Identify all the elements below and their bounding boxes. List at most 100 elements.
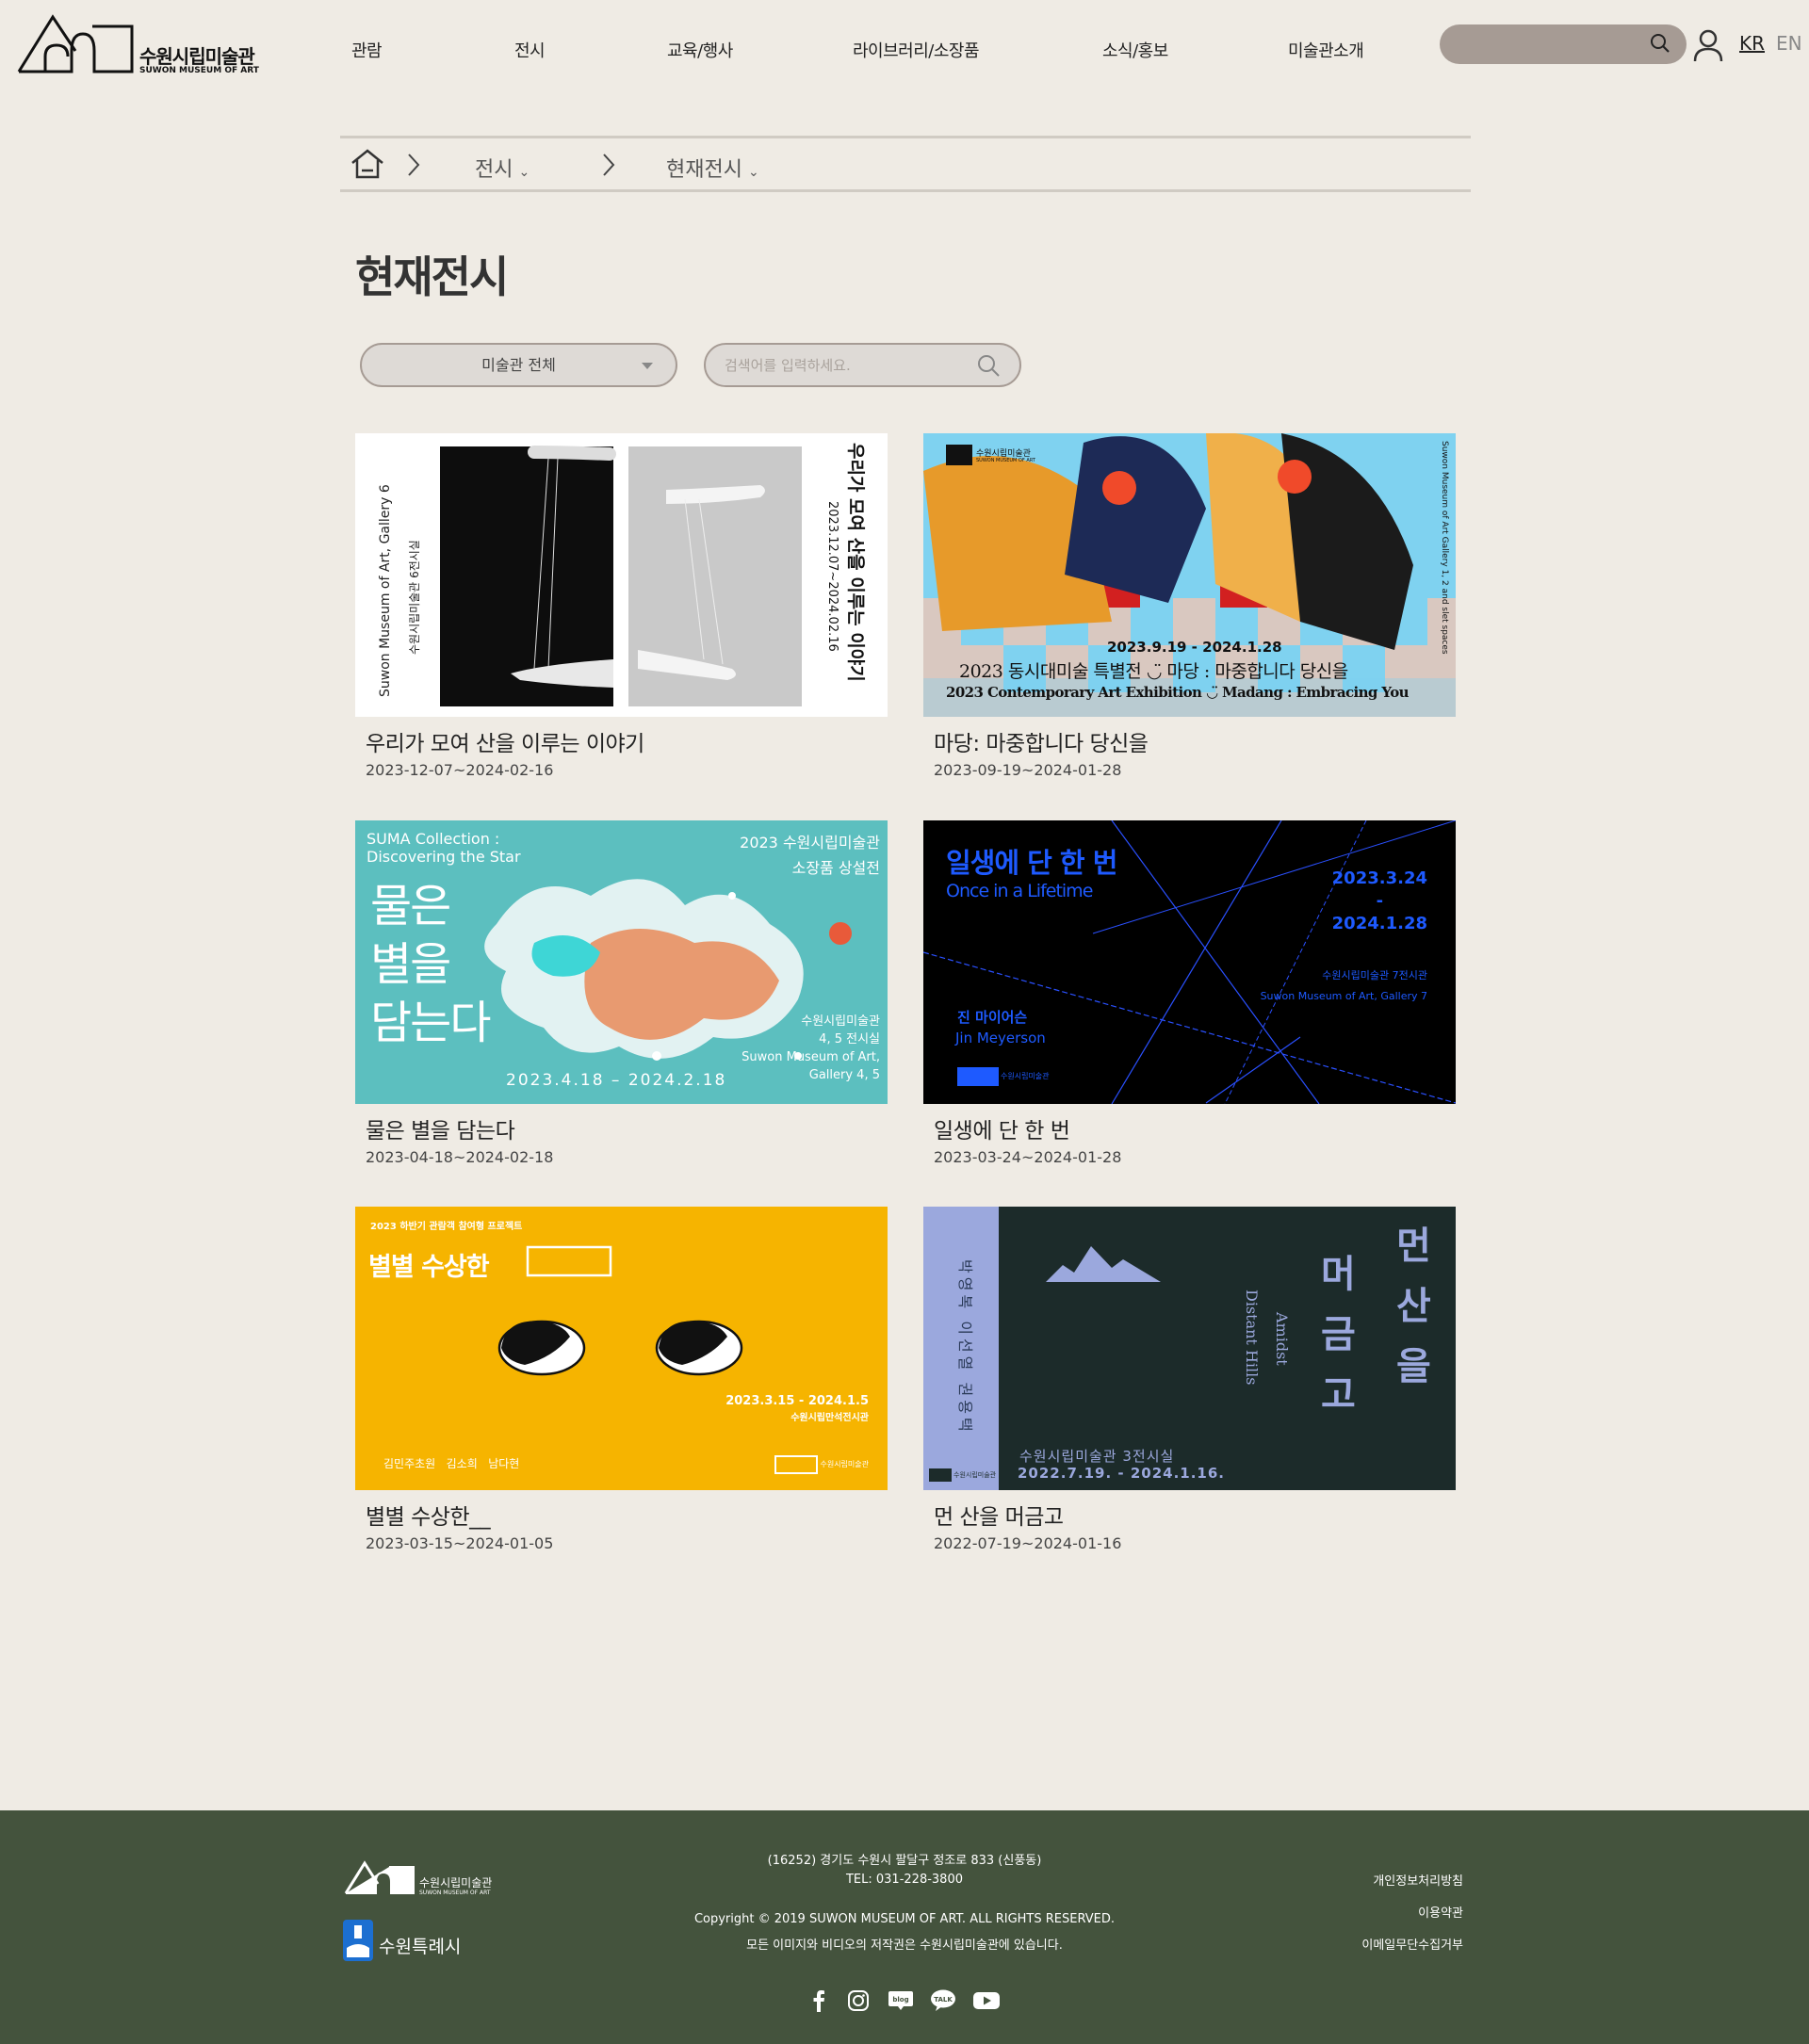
page-title: 현재전시 [355,251,509,302]
instagram-icon[interactable] [847,1989,870,2012]
search-icon[interactable] [1649,32,1671,55]
exhibition-title[interactable]: 일생에 단 한 번 [934,1112,1070,1144]
exhibition-title[interactable]: 물은 별을 담는다 [366,1112,515,1144]
exhibition-search [704,343,1021,387]
exhibition-card[interactable]: SUMA Collection : Discovering the Star 2… [355,820,888,1178]
exhibition-card[interactable]: 2023 하반기 관람객 참여형 프로젝트 별별 수상한 2023.3.15 -… [355,1207,888,1565]
terms-link[interactable]: 이용약관 [1418,1903,1463,1921]
exhibition-poster[interactable]: 2023 하반기 관람객 참여형 프로젝트 별별 수상한 2023.3.15 -… [355,1207,888,1490]
header-search-input[interactable] [1440,24,1687,64]
suwon-city-link[interactable]: 수원특례시 [379,1933,461,1958]
lang-en-link[interactable]: EN [1776,32,1802,55]
poster-en-line2: Discovering the Star [367,848,521,866]
exhibition-card[interactable]: Suwon Museum of Art, Gallery 6 수원시립미술관 6… [355,433,888,791]
poster-big-2: 별을 [370,938,451,991]
poster-dates: 2023.3.15 - 2024.1.5 [725,1394,869,1408]
poster-artist-en: Jin Meyerson [955,1030,1046,1046]
poster-dates: 2023.4.18 – 2024.2.18 [506,1071,727,1090]
facebook-icon[interactable] [810,1989,827,2012]
home-icon[interactable] [350,148,385,180]
exhibition-search-input[interactable] [725,354,970,377]
poster-big-1: 물은 [370,880,451,933]
poster-date-dash: - [1376,891,1384,911]
nav-about[interactable]: 미술관소개 [1288,38,1364,62]
exhibition-date: 2023-04-18~2024-02-18 [366,1148,554,1166]
exhibition-card[interactable]: 수원시립미술관 SUWON MUSEUM OF ART 2023.9.19 - … [923,433,1456,791]
lang-kr-link[interactable]: KR [1739,32,1765,55]
poster-art [440,446,802,706]
exhibition-poster[interactable]: 일생에 단 한 번 Once in a Lifetime 2023.3.24 -… [923,820,1456,1104]
exhibition-date: 2022-07-19~2024-01-16 [934,1534,1122,1552]
site-header: 수원시립미술관 SUWON MUSEUM OF ART 관람 전시 교육/행사 … [0,0,1809,104]
logo-text-ko: 수원시립미술관 [139,45,255,68]
exhibition-title[interactable]: 별별 수상한__ [366,1499,491,1531]
kakaotalk-icon[interactable]: TALK [930,1989,956,2012]
search-icon[interactable] [976,353,1001,378]
nav-visit[interactable]: 관람 [351,38,383,62]
exhibition-poster[interactable]: 박영복 이선열 권용택 머금고 먼산을 Amidst Distant Hills… [923,1207,1456,1490]
exhibition-title[interactable]: 우리가 모여 산을 이루는 이야기 [366,725,644,757]
footer-logo-en: SUWON MUSEUM OF ART [419,1890,491,1896]
exhibition-title[interactable]: 마당: 마중합니다 당신을 [934,725,1149,757]
poster-logo-en: SUWON MUSEUM OF ART [976,458,1035,463]
exhibition-date: 2023-03-15~2024-01-05 [366,1534,554,1552]
poster-title-en: Once in a Lifetime [946,881,1093,901]
nav-library[interactable]: 라이브러리/소장품 [853,38,980,62]
poster-venue: 수원시립만석전시관 [790,1413,869,1423]
site-footer: 수원시립미술관 SUWON MUSEUM OF ART 수원특례시 (16252… [0,1810,1809,2044]
youtube-icon[interactable] [972,1989,1001,2012]
exhibition-card[interactable]: 일생에 단 한 번 Once in a Lifetime 2023.3.24 -… [923,820,1456,1178]
exhibition-poster[interactable]: 수원시립미술관 SUWON MUSEUM OF ART 2023.9.19 - … [923,433,1456,717]
poster-loc-2: 4, 5 전시실 [819,1032,880,1046]
chevron-down-icon: ⌄ [518,165,530,180]
poster-loc-en: Suwon Museum of Art, Gallery 7 [1260,990,1427,1002]
exhibition-poster[interactable]: Suwon Museum of Art, Gallery 6 수원시립미술관 6… [355,433,888,717]
nav-news[interactable]: 소식/홍보 [1102,38,1168,62]
poster-en-2: Distant Hills [1243,1290,1261,1386]
exhibition-poster[interactable]: SUMA Collection : Discovering the Star 2… [355,820,888,1104]
poster-loc-4: Gallery 4, 5 [808,1068,880,1082]
museum-logo-mark [17,14,134,73]
exhibition-title[interactable]: 먼 산을 머금고 [934,1499,1064,1531]
museum-select-value: 미술관 전체 [481,356,556,374]
poster-side-ko: 수원시립미술관 6전시실 [408,540,421,655]
privacy-policy-link[interactable]: 개인정보처리방침 [1373,1871,1463,1889]
exhibition-date: 2023-09-19~2024-01-28 [934,761,1122,779]
chevron-right-icon [603,154,615,176]
poster-title-ko: 2023 동시대미술 특별전 ◡̈ 마당 : 마중합니다 당신을 [959,661,1348,682]
poster-loc-1: 수원시립미술관 [801,1014,880,1029]
poster-side-en: Suwon Museum of Art, Gallery 6 [378,484,393,697]
svg-text:blog: blog [892,1996,908,2003]
poster-col-right: 먼산을 [1396,1224,1431,1388]
poster-date-start: 2023.3.24 [1331,868,1427,888]
poster-loc-ko: 수원시립미술관 7전시관 [1322,969,1427,981]
suwon-city-icon [343,1920,373,1961]
poster-date-end: 2024.1.28 [1331,914,1427,933]
footer-museum-logo[interactable] [344,1859,416,1897]
nav-education[interactable]: 교육/행사 [667,38,733,62]
exhibition-card[interactable]: 박영복 이선열 권용택 머금고 먼산을 Amidst Distant Hills… [923,1207,1456,1565]
poster-title-ko: 일생에 단 한 번 [946,847,1117,879]
museum-logo[interactable]: 수원시립미술관 SUWON MUSEUM OF ART [17,13,262,77]
footer-notice: 모든 이미지와 비디오의 저작권은 수원시립미술관에 있습니다. [746,1939,1063,1953]
poster-loc-3: Suwon Museum of Art, [742,1050,880,1064]
breadcrumb-exhibition[interactable]: 전시 ⌄ [475,153,530,183]
poster-logo-ko: 수원시립미술관 [820,1460,869,1468]
poster-title: 별별 수상한 [368,1253,490,1282]
email-refusal-link[interactable]: 이메일무단수집거부 [1361,1935,1463,1953]
poster-en-line1: SUMA Collection : [367,830,500,848]
poster-logo-ko: 수원시립미술관 [953,1471,997,1479]
breadcrumb-current[interactable]: 현재전시 ⌄ [666,153,759,183]
poster-top: 2023 하반기 관람객 참여형 프로젝트 [370,1222,523,1232]
footer-logo-ko: 수원시립미술관 [419,1876,493,1890]
poster-date-vertical: 2023.12.07~2024.02.16 [825,501,839,652]
blog-icon[interactable]: blog [888,1989,914,2012]
poster-date: 2023.9.19 - 2024.1.28 [1107,639,1282,656]
poster-title-vertical: 우리가 모여 산을 이루는 이야기 [845,443,866,682]
museum-select[interactable]: 미술관 전체 [360,343,677,387]
user-icon[interactable] [1692,28,1724,62]
exhibition-date: 2023-03-24~2024-01-28 [934,1148,1122,1166]
exhibition-date: 2023-12-07~2024-02-16 [366,761,554,779]
nav-exhibition[interactable]: 전시 [514,38,546,62]
logo-text-en: SUWON MUSEUM OF ART [139,66,259,75]
